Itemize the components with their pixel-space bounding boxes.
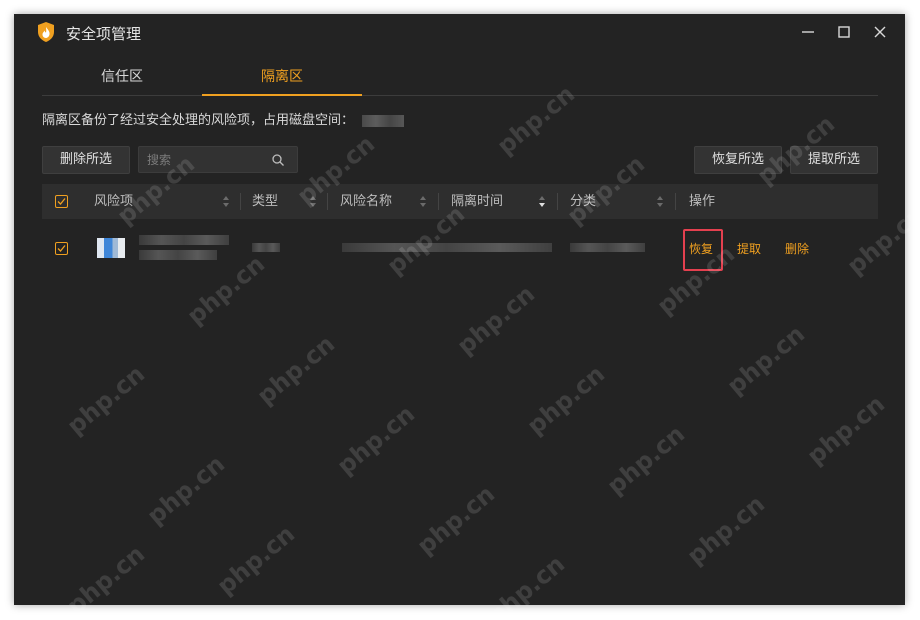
close-button[interactable] bbox=[870, 22, 890, 42]
shield-flame-icon bbox=[38, 22, 54, 42]
category-redacted bbox=[570, 243, 645, 252]
file-thumbnail-redacted bbox=[97, 238, 125, 258]
column-divider bbox=[557, 193, 558, 210]
column-divider bbox=[240, 193, 241, 210]
extract-selected-button[interactable]: 提取所选 bbox=[790, 146, 878, 174]
sort-icon[interactable] bbox=[309, 195, 317, 208]
quarantine-info: 隔离区备份了经过安全处理的风险项，占用磁盘空间： bbox=[42, 109, 405, 128]
minimize-icon bbox=[802, 31, 814, 33]
close-icon bbox=[874, 26, 886, 38]
select-all-checkbox[interactable] bbox=[55, 195, 68, 208]
sort-desc-icon[interactable] bbox=[538, 195, 546, 208]
column-divider bbox=[327, 193, 328, 210]
delete-selected-button[interactable]: 删除所选 bbox=[42, 146, 130, 174]
tab-trust-zone[interactable]: 信任区 bbox=[42, 64, 202, 96]
search-input[interactable] bbox=[147, 151, 267, 169]
minimize-button[interactable] bbox=[798, 22, 818, 42]
check-icon bbox=[57, 198, 66, 205]
search-box bbox=[138, 146, 298, 173]
column-quarantine-time[interactable]: 隔离时间 bbox=[451, 184, 503, 219]
maximize-button[interactable] bbox=[834, 22, 854, 42]
sort-icon[interactable] bbox=[222, 195, 230, 208]
column-category[interactable]: 分类 bbox=[570, 184, 596, 219]
column-risk-name[interactable]: 风险名称 bbox=[340, 184, 392, 219]
table-header: 风险项 类型 风险名称 隔离时间 分类 操作 bbox=[42, 184, 878, 219]
column-type[interactable]: 类型 bbox=[252, 184, 278, 219]
row-checkbox[interactable] bbox=[55, 242, 68, 255]
column-divider bbox=[438, 193, 439, 210]
risk-name-redacted bbox=[342, 243, 552, 252]
disk-usage-redacted bbox=[362, 114, 405, 127]
column-risk-item[interactable]: 风险项 bbox=[94, 184, 133, 219]
restore-selected-button[interactable]: 恢复所选 bbox=[694, 146, 782, 174]
table-row[interactable]: 恢复 提取 删除 bbox=[42, 228, 878, 268]
extract-link[interactable]: 提取 bbox=[737, 240, 761, 257]
security-manager-window: 安全项管理 信任区 隔离区 隔离区备份了经过安全处理的风险项，占用磁盘空间： 删… bbox=[14, 14, 905, 605]
maximize-icon bbox=[838, 26, 850, 38]
zone-tabs: 信任区 隔离区 bbox=[42, 64, 878, 96]
check-icon bbox=[57, 245, 66, 252]
type-redacted bbox=[252, 243, 280, 252]
window-title: 安全项管理 bbox=[66, 25, 142, 43]
risk-item-name-redacted bbox=[139, 235, 229, 245]
sort-icon[interactable] bbox=[419, 195, 427, 208]
sort-icon[interactable] bbox=[656, 195, 664, 208]
restore-link[interactable]: 恢复 bbox=[689, 240, 713, 257]
risk-item-path-redacted bbox=[139, 250, 217, 260]
tab-quarantine-zone[interactable]: 隔离区 bbox=[202, 64, 362, 96]
quarantine-info-text: 隔离区备份了经过安全处理的风险项，占用磁盘空间： bbox=[42, 113, 355, 128]
title-bar: 安全项管理 bbox=[14, 14, 905, 52]
column-divider bbox=[675, 193, 676, 210]
delete-link[interactable]: 删除 bbox=[785, 240, 809, 257]
column-actions: 操作 bbox=[689, 194, 716, 209]
search-icon[interactable] bbox=[271, 153, 285, 167]
